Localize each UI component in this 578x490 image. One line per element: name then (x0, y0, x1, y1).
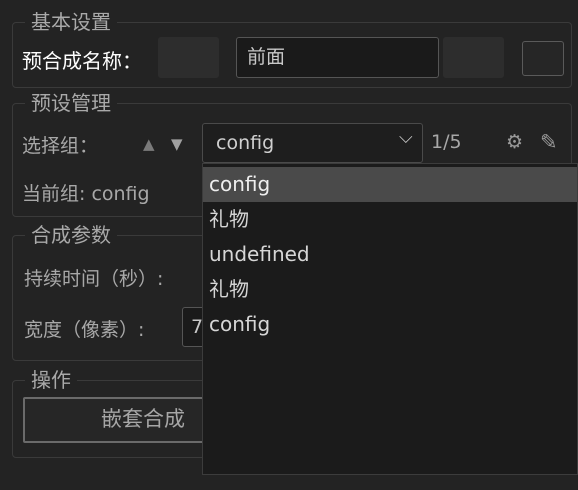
comp-params-legend: 合成参数 (31, 223, 111, 247)
chevron-down-icon: ⌵ (399, 127, 413, 148)
square-button[interactable] (522, 41, 564, 76)
current-group-label: 当前组: config (22, 183, 150, 205)
dropdown-option-gift[interactable]: 礼物 (203, 202, 577, 237)
preset-management-legend: 预设管理 (31, 91, 111, 115)
preset-panel: 基本设置 预合成名称： 前面 预设管理 选择组： ▲ ▼ config ⌵ 1/… (0, 0, 578, 490)
color-swatch-1[interactable] (158, 37, 219, 78)
move-down-icon[interactable]: ▼ (171, 135, 183, 153)
dropdown-option-undefined[interactable]: undefined (203, 237, 577, 272)
gear-icon[interactable]: ⚙ (506, 131, 523, 153)
dropdown-option-gift-2[interactable]: 礼物 (203, 272, 577, 307)
actions-legend: 操作 (31, 368, 71, 392)
color-swatch-2[interactable] (443, 37, 504, 78)
comp-name-input[interactable]: 前面 (236, 37, 439, 78)
dropdown-option-config[interactable]: config (203, 167, 577, 202)
group-select-value: config (216, 132, 275, 154)
group-select[interactable]: config ⌵ (202, 123, 423, 163)
dropdown-option-config-2[interactable]: config (203, 307, 577, 342)
basic-settings-legend: 基本设置 (31, 10, 111, 34)
group-dropdown-list: config 礼物 undefined 礼物 config (202, 163, 578, 475)
duration-label: 持续时间（秒）: (24, 268, 164, 290)
move-up-icon[interactable]: ▲ (143, 135, 155, 153)
comp-name-label: 预合成名称： (22, 49, 142, 73)
select-group-label: 选择组： (22, 135, 99, 157)
page-counter: 1/5 (431, 131, 462, 153)
width-label: 宽度（像素）: (24, 319, 145, 341)
edit-icon[interactable]: ✎ (540, 130, 558, 154)
